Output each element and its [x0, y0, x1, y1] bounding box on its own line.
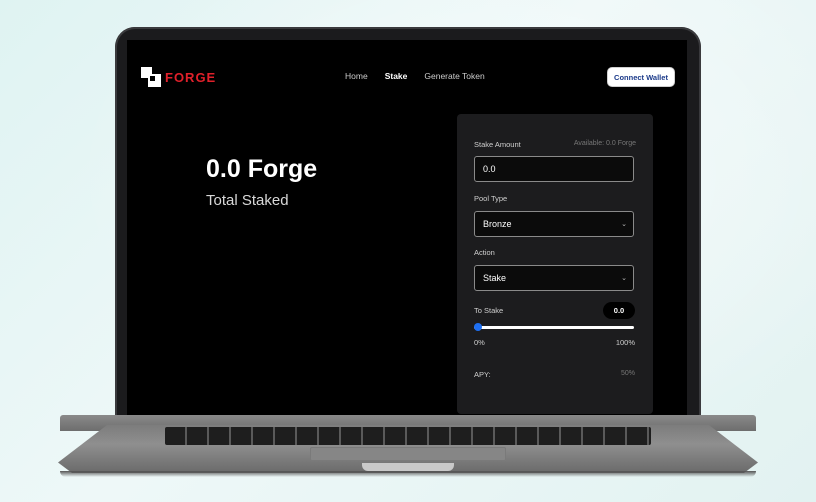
laptop-notch	[362, 463, 454, 471]
stake-amount-input[interactable]: 0.0	[474, 156, 634, 182]
available-balance: Available: 0.0 Forge	[573, 140, 636, 147]
nav-stake[interactable]: Stake	[385, 71, 408, 81]
stake-slider-thumb[interactable]	[474, 323, 482, 331]
action-select[interactable]: Stake ⌄	[474, 265, 634, 291]
total-staked-label: Total Staked	[206, 192, 289, 209]
action-label: Action	[474, 248, 495, 257]
stake-amount-label: Stake Amount	[474, 140, 521, 149]
connect-wallet-button[interactable]: Connect Wallet	[608, 68, 674, 86]
laptop-trackpad	[310, 447, 506, 461]
nav-home[interactable]: Home	[345, 71, 368, 81]
laptop-screen: FORGE Home Stake Generate Token Connect …	[127, 40, 687, 415]
nav-generate-token[interactable]: Generate Token	[424, 71, 484, 81]
pool-type-value: Bronze	[483, 219, 512, 229]
laptop-shadow	[60, 471, 756, 477]
pool-type-label: Pool Type	[474, 194, 508, 203]
slider-min-label: 0%	[474, 338, 485, 347]
pool-type-select[interactable]: Bronze ⌄	[474, 211, 634, 237]
total-staked-value: 0.0 Forge	[206, 155, 318, 183]
slider-max-label: 100%	[615, 338, 635, 347]
brand-logo[interactable]: FORGE	[141, 67, 216, 87]
to-stake-value-badge: 0.0	[603, 302, 635, 319]
stake-slider-track[interactable]	[474, 326, 634, 329]
brand-name: FORGE	[165, 69, 217, 85]
stake-panel: Stake Amount Available: 0.0 Forge 0.0 Po…	[457, 114, 653, 414]
forge-logo-icon	[141, 67, 161, 87]
apy-value: 50%	[620, 370, 635, 377]
chevron-down-icon: ⌄	[621, 275, 627, 282]
top-nav: Home Stake Generate Token	[345, 71, 502, 81]
apy-label: APY:	[474, 370, 491, 379]
laptop-keyboard	[165, 427, 651, 445]
chevron-down-icon: ⌄	[621, 221, 627, 228]
to-stake-label: To Stake	[474, 306, 504, 315]
action-value: Stake	[483, 273, 507, 283]
